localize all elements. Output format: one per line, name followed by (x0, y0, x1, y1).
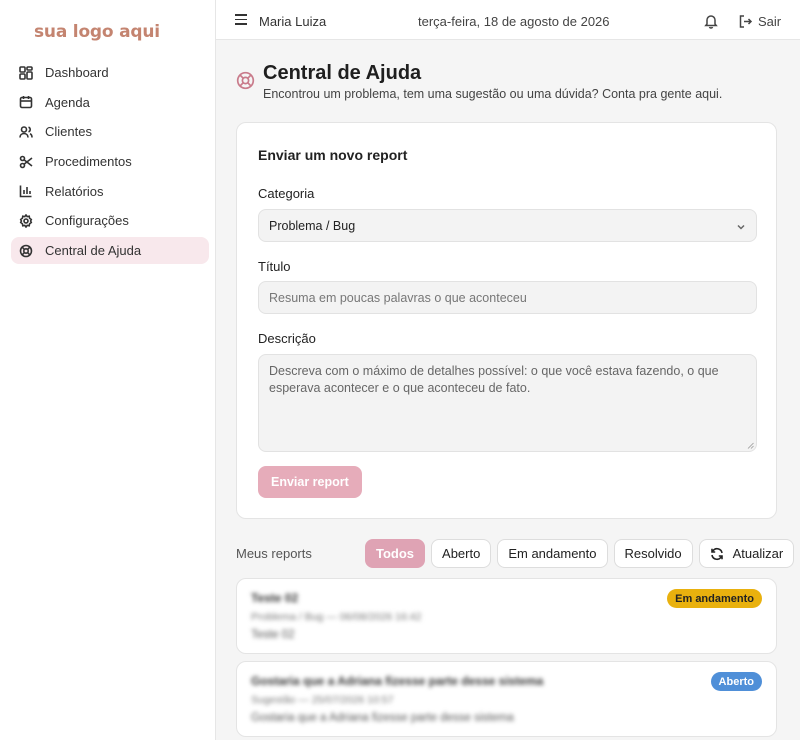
description-placeholder: Descreva com o máximo de detalhes possív… (269, 364, 719, 395)
my-reports-label: Meus reports (236, 546, 312, 561)
refresh-icon (710, 547, 724, 561)
sidebar-item-procedimentos[interactable]: Procedimentos (11, 148, 209, 175)
sidebar-item-agenda[interactable]: Agenda (11, 89, 209, 116)
grid-icon (19, 65, 33, 80)
description-label: Descrição (258, 331, 316, 346)
sidebar: sua logo aqui Dashboard Agenda Clientes … (0, 0, 216, 740)
sidebar-item-central-de-ajuda[interactable]: Central de Ajuda (11, 237, 209, 265)
category-value: Problema / Bug (269, 218, 356, 233)
sidebar-item-configuracoes[interactable]: Configurações (11, 207, 209, 234)
report-meta: Problema / Bug — 06/08/2026 16:42 (251, 611, 422, 623)
lifebuoy-icon (19, 244, 33, 258)
send-report-button[interactable]: Enviar report (258, 466, 362, 498)
sidebar-item-dashboard[interactable]: Dashboard (11, 59, 209, 86)
lifebuoy-icon (236, 71, 255, 90)
page-subtitle: Encontrou um problema, tem uma sugestão … (263, 87, 723, 101)
topbar: Maria Luiza terça-feira, 18 de agosto de… (216, 0, 800, 40)
gear-icon (19, 213, 33, 228)
logout-label: Sair (758, 14, 782, 29)
sidebar-item-label: Dashboard (45, 65, 109, 80)
report-description: Teste 02 (251, 629, 295, 641)
bar-chart-icon (19, 184, 33, 198)
page-title: Central de Ajuda (263, 62, 422, 84)
report-description: Gostaria que a Adriana fizesse parte des… (251, 712, 514, 724)
title-label: Título (258, 259, 291, 274)
resize-handle-icon[interactable] (747, 442, 754, 449)
title-input[interactable]: Resuma em poucas palavras o que acontece… (258, 281, 757, 314)
description-textarea[interactable]: Descreva com o máximo de detalhes possív… (258, 354, 757, 452)
report-title: Teste 02 (251, 591, 299, 605)
filter-resolvido[interactable]: Resolvido (613, 539, 693, 568)
category-select[interactable]: Problema / Bug (258, 209, 757, 242)
sidebar-item-label: Procedimentos (45, 154, 132, 170)
refresh-label: Atualizar (732, 546, 784, 561)
sidebar-item-label: Relatórios (45, 183, 104, 199)
status-badge: Aberto (710, 672, 762, 691)
sidebar-item-label: Central de Ajuda (45, 243, 142, 259)
users-icon (19, 125, 33, 139)
report-meta: Sugestão — 25/07/2026 10:57 (251, 694, 394, 706)
menu-icon[interactable] (235, 14, 247, 26)
refresh-button[interactable]: Atualizar (698, 539, 795, 568)
user-name: Maria Luiza (259, 14, 327, 29)
sidebar-nav: Dashboard Agenda Clientes Procedimentos … (11, 59, 209, 267)
report-item[interactable]: Teste 02 Problema / Bug — 06/08/2026 16:… (236, 578, 777, 654)
report-filters: Todos Aberto Em andamento Resolvido Atua… (365, 539, 795, 568)
status-badge: Em andamento (667, 589, 762, 608)
logout-button[interactable]: Sair (738, 14, 781, 29)
sidebar-item-relatorios[interactable]: Relatórios (11, 178, 209, 205)
current-date: terça-feira, 18 de agosto de 2026 (418, 14, 610, 29)
scissors-icon (19, 155, 33, 169)
sidebar-item-label: Configurações (45, 213, 129, 229)
chevron-down-icon (736, 221, 746, 231)
filter-todos[interactable]: Todos (365, 539, 426, 568)
filter-em-andamento[interactable]: Em andamento (497, 539, 608, 568)
sidebar-item-clientes[interactable]: Clientes (11, 118, 209, 145)
category-label: Categoria (258, 186, 315, 201)
calendar-icon (19, 95, 33, 109)
new-report-card: Enviar um novo report Categoria Problema… (236, 122, 777, 519)
sidebar-item-label: Clientes (45, 124, 92, 140)
report-item[interactable]: Gostaria que a Adriana fizesse parte des… (236, 661, 777, 737)
sidebar-item-label: Agenda (45, 94, 90, 110)
title-placeholder: Resuma em poucas palavras o que acontece… (269, 290, 527, 305)
bell-icon[interactable] (703, 13, 719, 29)
filter-aberto[interactable]: Aberto (431, 539, 492, 568)
report-title: Gostaria que a Adriana fizesse parte des… (251, 674, 544, 688)
logo[interactable]: sua logo aqui (34, 22, 160, 42)
logout-icon (738, 14, 753, 29)
form-title: Enviar um novo report (258, 147, 408, 163)
